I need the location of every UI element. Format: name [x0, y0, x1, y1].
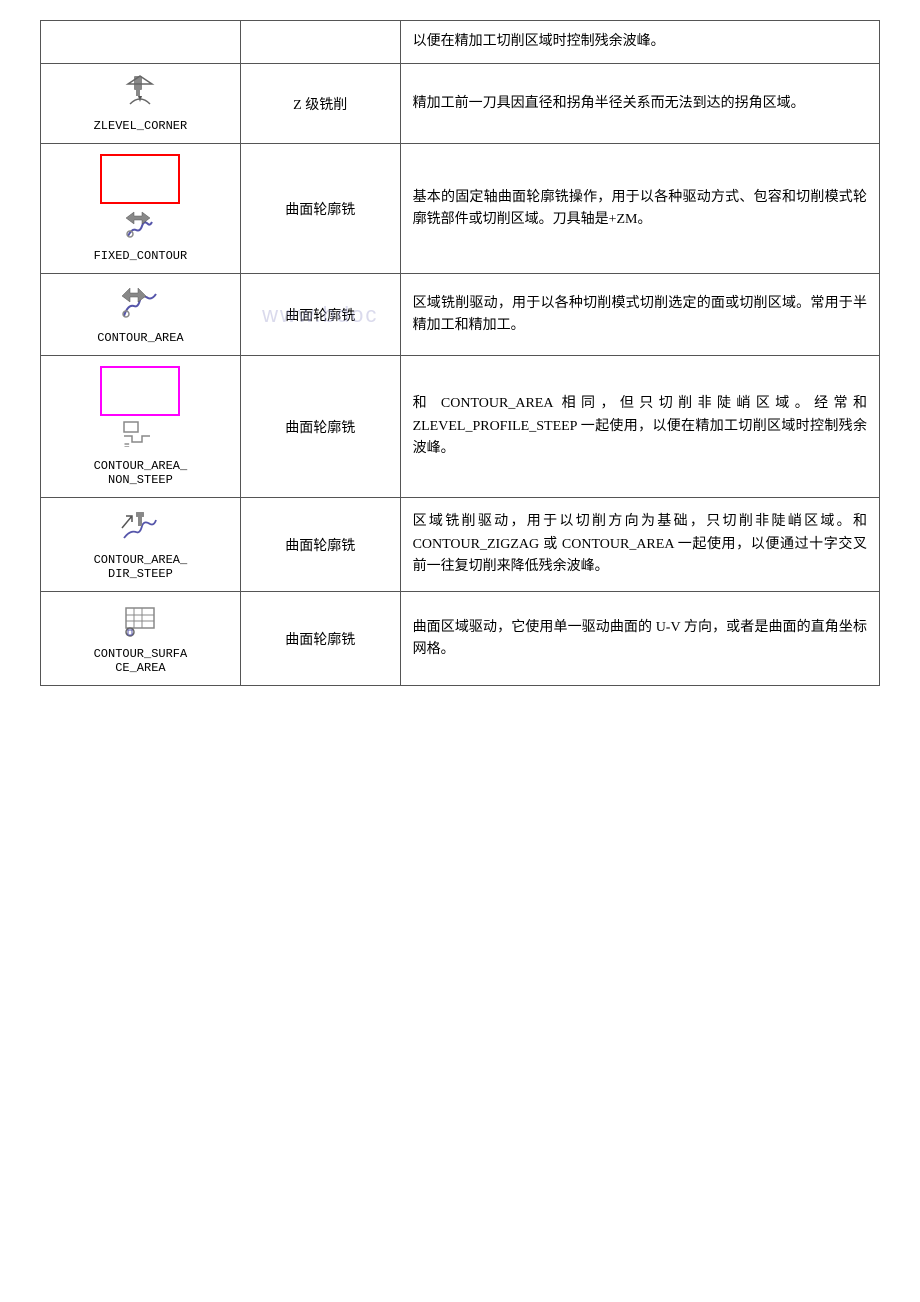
icon-label-zlevel_corner: ZLEVEL_CORNER: [94, 119, 188, 133]
table-row: FIXED_CONTOUR 曲面轮廓铣基本的固定轴曲面轮廓铣操作，用于以各种驱动方…: [41, 144, 880, 274]
icon-cell-none: [41, 21, 241, 64]
contour_area_non_steep-svg-icon: ≡: [122, 420, 158, 455]
contour_area-svg-icon: [118, 284, 162, 327]
operation-name-cell: 曲面轮廓铣www.bdoc: [240, 274, 400, 356]
main-table-wrapper: 以便在精加工切削区域时控制残余波峰。 ZLEVEL_CORNER Z 级铣削精加工…: [40, 20, 880, 686]
operation-name-cell: 曲面轮廓铣: [240, 144, 400, 274]
svg-text:≡: ≡: [124, 440, 130, 450]
icon-area-fixed_contour: FIXED_CONTOUR: [94, 154, 188, 263]
icon-cell-contour_area: CONTOUR_AREA: [41, 274, 241, 356]
description-cell: 区域铣削驱动，用于以各种切削模式切削选定的面或切削区域。常用于半精加工和精加工。: [400, 274, 879, 356]
icon-cell-contour_area_non_steep: ≡ CONTOUR_AREA_ NON_STEEP: [41, 356, 241, 498]
description-cell: 曲面区域驱动，它使用单一驱动曲面的 U-V 方向，或者是曲面的直角坐标网格。: [400, 592, 879, 686]
operation-name-cell: Z 级铣削: [240, 64, 400, 144]
icon-area-contour_area_dir_steep: CONTOUR_AREA_ DIR_STEEP: [94, 508, 188, 581]
table-row: ≡ CONTOUR_AREA_ NON_STEEP 曲面轮廓铣和 CONTOUR_…: [41, 356, 880, 498]
table-row: CONTOUR_SURFA CE_AREA 曲面轮廓铣曲面区域驱动，它使用单一驱动…: [41, 592, 880, 686]
description-cell: 以便在精加工切削区域时控制残余波峰。: [400, 21, 879, 64]
icon-area-zlevel_corner: ZLEVEL_CORNER: [94, 74, 188, 133]
operation-name-cell: 曲面轮廓铣: [240, 356, 400, 498]
icon-cell-zlevel_corner: ZLEVEL_CORNER: [41, 64, 241, 144]
description-cell: 区域铣削驱动，用于以切削方向为基础，只切削非陡峭区域。和 CONTOUR_ZIG…: [400, 498, 879, 592]
operation-name-text: 曲面轮廓铣: [285, 309, 355, 324]
icon-area-contour_area_non_steep: ≡ CONTOUR_AREA_ NON_STEEP: [94, 366, 188, 487]
icon-cell-fixed_contour: FIXED_CONTOUR: [41, 144, 241, 274]
operation-name-cell: 曲面轮廓铣: [240, 498, 400, 592]
description-cell: 和 CONTOUR_AREA 相同，但只切削非陡峭区域。经常和 ZLEVEL_P…: [400, 356, 879, 498]
red-rect-icon: [100, 154, 180, 204]
icon-area-contour_area: CONTOUR_AREA: [97, 284, 183, 345]
table-row: 以便在精加工切削区域时控制残余波峰。: [41, 21, 880, 64]
contour_area_dir_steep-svg-icon: [120, 508, 160, 549]
icon-label-contour_surface_area: CONTOUR_SURFA CE_AREA: [94, 647, 188, 675]
table-row: CONTOUR_AREA 曲面轮廓铣www.bdoc区域铣削驱动，用于以各种切削模…: [41, 274, 880, 356]
icon-label-contour_area_dir_steep: CONTOUR_AREA_ DIR_STEEP: [94, 553, 188, 581]
icon-label-contour_area: CONTOUR_AREA: [97, 331, 183, 345]
table-row: CONTOUR_AREA_ DIR_STEEP 曲面轮廓铣区域铣削驱动，用于以切削…: [41, 498, 880, 592]
icon-area-contour_surface_area: CONTOUR_SURFA CE_AREA: [94, 602, 188, 675]
icon-label-contour_area_non_steep: CONTOUR_AREA_ NON_STEEP: [94, 459, 188, 487]
contour_surface_area-svg-icon: [120, 602, 160, 643]
operation-table: 以便在精加工切削区域时控制残余波峰。 ZLEVEL_CORNER Z 级铣削精加工…: [40, 20, 880, 686]
description-cell: 精加工前一刀具因直径和拐角半径关系而无法到达的拐角区域。: [400, 64, 879, 144]
operation-name-cell: 曲面轮廓铣: [240, 592, 400, 686]
magenta-rect-icon: [100, 366, 180, 416]
zlevel_corner-svg-icon: [120, 74, 160, 115]
operation-name-cell: [240, 21, 400, 64]
icon-label-fixed_contour: FIXED_CONTOUR: [94, 249, 188, 263]
fixed_contour-svg-icon: [120, 208, 160, 245]
table-row: ZLEVEL_CORNER Z 级铣削精加工前一刀具因直径和拐角半径关系而无法到达…: [41, 64, 880, 144]
description-cell: 基本的固定轴曲面轮廓铣操作，用于以各种驱动方式、包容和切削模式轮廓铣部件或切削区…: [400, 144, 879, 274]
icon-cell-contour_area_dir_steep: CONTOUR_AREA_ DIR_STEEP: [41, 498, 241, 592]
icon-cell-contour_surface_area: CONTOUR_SURFA CE_AREA: [41, 592, 241, 686]
